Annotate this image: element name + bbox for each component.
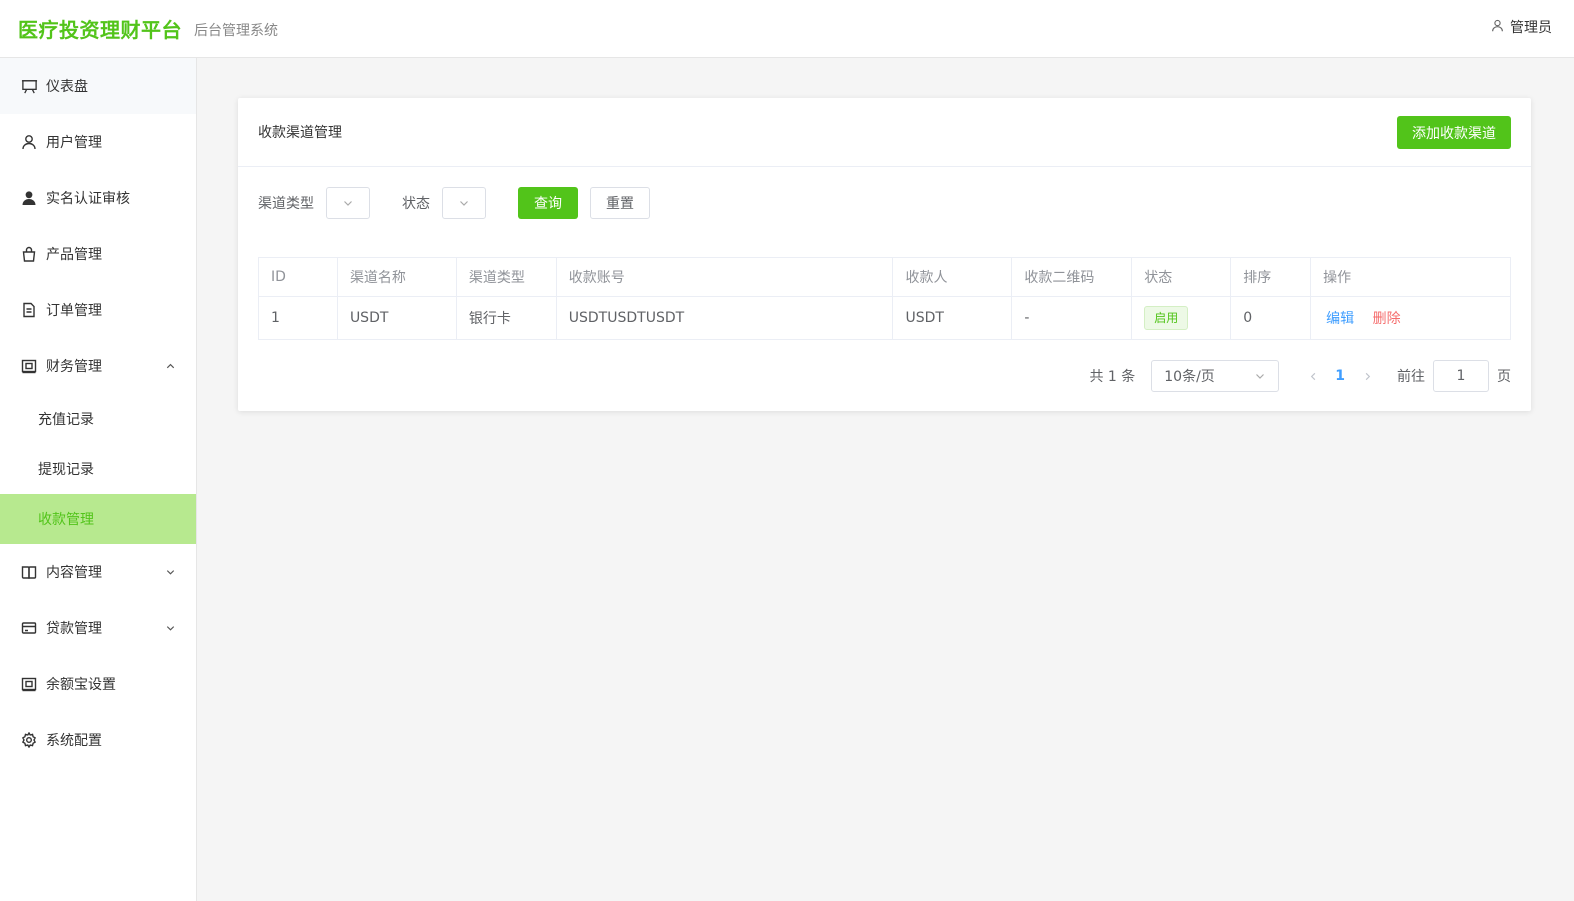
- card-header: 收款渠道管理 添加收款渠道: [238, 98, 1531, 167]
- page-size-select[interactable]: 10条/页: [1151, 360, 1280, 392]
- sidebar-item-label: 用户管理: [46, 135, 102, 151]
- status-label: 状态: [402, 196, 430, 212]
- chevron-down-icon: [165, 567, 176, 578]
- cell-payee: USDT: [892, 296, 1013, 340]
- sidebar-item-withdraw[interactable]: 提现记录: [0, 444, 196, 494]
- chevron-right-icon: [1365, 372, 1370, 380]
- sidebar-item-recharge[interactable]: 充值记录: [0, 394, 196, 444]
- query-button[interactable]: 查询: [518, 187, 578, 219]
- page-size-value: 10条/页: [1164, 369, 1215, 385]
- goto-page-input[interactable]: [1433, 360, 1489, 392]
- sidebar-item-label: 仪表盘: [46, 79, 88, 95]
- sidebar-item-label: 产品管理: [46, 247, 102, 263]
- col-header-actions: 操作: [1310, 257, 1511, 297]
- delete-link[interactable]: 删除: [1373, 311, 1401, 327]
- user-menu[interactable]: 管理员: [1491, 17, 1552, 37]
- sidebar-item-verification[interactable]: 实名认证审核: [0, 170, 196, 226]
- brand-subtitle: 后台管理系统: [194, 23, 278, 39]
- cell-sort: 0: [1230, 296, 1312, 340]
- add-channel-button[interactable]: 添加收款渠道: [1397, 116, 1511, 149]
- total-count: 共 1 条: [1089, 369, 1136, 385]
- col-header-status: 状态: [1131, 257, 1232, 297]
- sidebar-item-orders[interactable]: 订单管理: [0, 282, 196, 338]
- table-row: 1 USDT 银行卡 USDTUSDTUSDT USDT - 启用 0 编辑 删…: [258, 296, 1511, 340]
- page-number-current[interactable]: 1: [1335, 368, 1345, 384]
- brand-title: 医疗投资理财平台: [18, 18, 182, 42]
- sidebar-item-label: 系统配置: [46, 733, 102, 749]
- credit-card-icon: [20, 619, 38, 637]
- sidebar-item-products[interactable]: 产品管理: [0, 226, 196, 282]
- status-select[interactable]: [442, 187, 486, 219]
- channel-type-select[interactable]: [326, 187, 370, 219]
- payment-channel-card: 收款渠道管理 添加收款渠道 渠道类型 状态 查询 重置 ID 渠道名称 渠道类型…: [238, 98, 1531, 411]
- col-header-payee: 收款人: [892, 257, 1013, 297]
- col-header-id: ID: [258, 257, 338, 297]
- chevron-down-icon: [460, 201, 468, 206]
- channel-type-label: 渠道类型: [258, 196, 314, 212]
- col-header-name: 渠道名称: [336, 257, 457, 297]
- cell-type: 银行卡: [455, 296, 557, 340]
- sidebar-item-label: 财务管理: [46, 359, 102, 375]
- sidebar-item-finance[interactable]: 财务管理: [0, 338, 196, 394]
- user-icon: [1491, 19, 1510, 36]
- channel-table: ID 渠道名称 渠道类型 收款账号 收款人 收款二维码 状态 排序 操作 1 U…: [258, 257, 1511, 340]
- chevron-down-icon: [1256, 374, 1265, 379]
- edit-link[interactable]: 编辑: [1326, 311, 1354, 327]
- col-header-type: 渠道类型: [455, 257, 557, 297]
- top-header: 医疗投资理财平台 后台管理系统 管理员: [0, 0, 1574, 58]
- cell-status: 启用: [1131, 296, 1232, 340]
- prev-page-button[interactable]: [1303, 371, 1323, 382]
- sidebar-item-loans[interactable]: 贷款管理: [0, 600, 196, 656]
- sidebar-item-content[interactable]: 内容管理: [0, 544, 196, 600]
- page-title: 收款渠道管理: [258, 125, 342, 141]
- sidebar-item-yuebao[interactable]: 余额宝设置: [0, 656, 196, 712]
- chevron-down-icon: [165, 623, 176, 634]
- cell-qrcode: -: [1011, 296, 1133, 340]
- cell-name: USDT: [336, 296, 457, 340]
- user-name: 管理员: [1510, 20, 1552, 36]
- cell-id: 1: [258, 296, 338, 340]
- sidebar-item-label: 订单管理: [46, 303, 102, 319]
- col-header-sort: 排序: [1230, 257, 1312, 297]
- sidebar-item-label: 余额宝设置: [46, 677, 116, 693]
- pagination: 共 1 条 10条/页 1 前往 页: [1089, 360, 1511, 392]
- chevron-left-icon: [1310, 372, 1316, 380]
- user-icon: [20, 133, 38, 151]
- filter-bar: 渠道类型 状态 查询 重置: [258, 187, 650, 219]
- presentation-icon: [20, 77, 38, 95]
- sidebar-item-dashboard[interactable]: 仪表盘: [0, 58, 196, 114]
- wallet-icon: [20, 357, 38, 375]
- page-suffix-label: 页: [1497, 369, 1511, 385]
- gear-icon: [20, 731, 38, 749]
- table-header-row: ID 渠道名称 渠道类型 收款账号 收款人 收款二维码 状态 排序 操作: [258, 257, 1511, 297]
- document-icon: [20, 301, 38, 319]
- status-badge: 启用: [1144, 306, 1189, 330]
- sidebar-item-settings[interactable]: 系统配置: [0, 712, 196, 768]
- cell-actions: 编辑 删除: [1310, 296, 1511, 340]
- sidebar-item-payment[interactable]: 收款管理: [0, 494, 196, 544]
- shopping-bag-icon: [20, 245, 38, 263]
- sidebar-item-users[interactable]: 用户管理: [0, 114, 196, 170]
- col-header-qrcode: 收款二维码: [1011, 257, 1133, 297]
- next-page-button[interactable]: [1357, 371, 1377, 382]
- reset-button[interactable]: 重置: [590, 187, 650, 219]
- goto-label: 前往: [1397, 369, 1425, 385]
- sidebar-item-label: 贷款管理: [46, 621, 102, 637]
- chevron-down-icon: [344, 201, 352, 206]
- cell-account: USDTUSDTUSDT: [555, 296, 894, 340]
- person-filled-icon: [20, 189, 38, 207]
- main-content: 收款渠道管理 添加收款渠道 渠道类型 状态 查询 重置 ID 渠道名称 渠道类型…: [197, 58, 1574, 901]
- book-icon: [20, 563, 38, 581]
- col-header-account: 收款账号: [555, 257, 894, 297]
- chevron-up-icon: [165, 361, 176, 372]
- wallet-icon: [20, 675, 38, 693]
- sidebar: 仪表盘 用户管理 实名认证审核 产品管理 订单管理 财务管理 充值记录 提现记录: [0, 58, 197, 901]
- sidebar-item-label: 实名认证审核: [46, 191, 130, 207]
- sidebar-item-label: 内容管理: [46, 565, 102, 581]
